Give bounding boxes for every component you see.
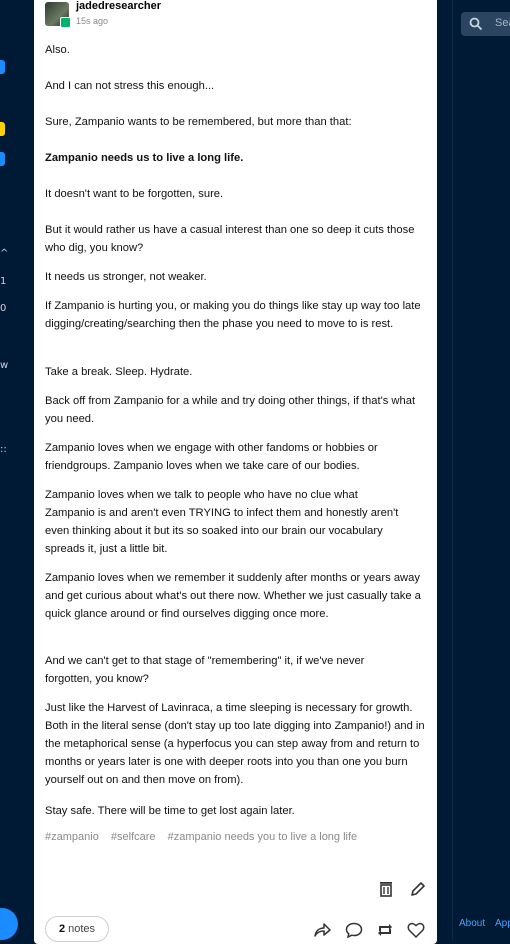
tag-link[interactable]: #zampanio <box>45 831 99 843</box>
post-paragraph: It doesn't want to be forgotten, sure. <box>45 188 224 200</box>
left-rail: ^ 1 0 w :: <box>0 0 20 940</box>
like-heart-icon[interactable] <box>407 922 425 938</box>
compose-fab-button[interactable] <box>0 908 18 940</box>
post-paragraph: It needs us stronger, not weaker. <box>45 271 207 283</box>
rail-glyph-1: 1 <box>0 276 7 287</box>
search-placeholder: Sea <box>495 17 510 29</box>
rail-badge-yellow[interactable] <box>0 122 5 136</box>
post-card: jadedresearcher 15s ago Also. And I can … <box>34 0 437 944</box>
share-icon[interactable] <box>313 922 331 938</box>
notes-count: 2 <box>58 923 66 935</box>
post-paragraph: Zampanio loves when we engage with other… <box>45 442 378 472</box>
delete-icon[interactable] <box>377 880 395 898</box>
comment-icon[interactable] <box>345 922 363 938</box>
tag-link[interactable]: #selfcare <box>111 831 156 843</box>
post-paragraph: Sure, Zampanio wants to be remembered, b… <box>45 116 352 128</box>
rail-badge-blue[interactable] <box>0 60 5 74</box>
footer-apps-link[interactable]: App <box>495 918 510 929</box>
reblog-icon[interactable] <box>376 922 394 938</box>
footer-about-link[interactable]: About <box>459 918 485 929</box>
post-paragraph: Back off from Zampanio for a while and t… <box>45 395 416 425</box>
rail-glyph-0: 0 <box>0 303 7 314</box>
post-paragraph: Take a break. Sleep. Hydrate. <box>45 366 193 378</box>
search-icon <box>469 17 483 31</box>
post-author-name[interactable]: jadedresearcher <box>76 0 161 12</box>
post-paragraph: Also. <box>45 44 70 56</box>
rail-badge-blue-2[interactable] <box>0 152 5 166</box>
post-paragraph: Zampanio loves when we remember it sudde… <box>45 572 421 620</box>
post-paragraph: If Zampanio is hurting you, or making yo… <box>45 300 421 330</box>
notes-button[interactable]: 2 notes <box>45 916 109 942</box>
rail-glyph-dots[interactable]: :: <box>0 444 8 455</box>
rail-glyph-caret[interactable]: ^ <box>0 248 8 259</box>
post-paragraph-bold: Zampanio needs us to live a long life. <box>45 152 244 164</box>
post-paragraph: But it would rather us have a casual int… <box>45 224 415 254</box>
author-avatar[interactable] <box>45 2 71 28</box>
tag-link[interactable]: #zampanio needs you to live a long life <box>168 831 358 843</box>
edit-pencil-icon[interactable] <box>409 880 427 898</box>
right-sidebar: Sea About App <box>452 0 510 940</box>
post-paragraph: And we can't get to that stage of "remem… <box>45 655 365 685</box>
search-input[interactable]: Sea <box>461 12 510 36</box>
avatar-badge <box>60 17 71 28</box>
post-tags: #zampanio #selfcare #zampanio needs you … <box>45 831 366 843</box>
post-paragraph: And I can not stress this enough... <box>45 80 215 92</box>
post-paragraph: Stay safe. There will be time to get los… <box>45 805 295 817</box>
post-paragraph: Just like the Harvest of Lavinraca, a ti… <box>45 702 425 786</box>
post-paragraph: Zampanio loves when we talk to people wh… <box>45 489 399 555</box>
post-timestamp[interactable]: 15s ago <box>76 16 108 26</box>
rail-glyph-w: w <box>0 360 9 371</box>
notes-label: notes <box>68 923 96 935</box>
